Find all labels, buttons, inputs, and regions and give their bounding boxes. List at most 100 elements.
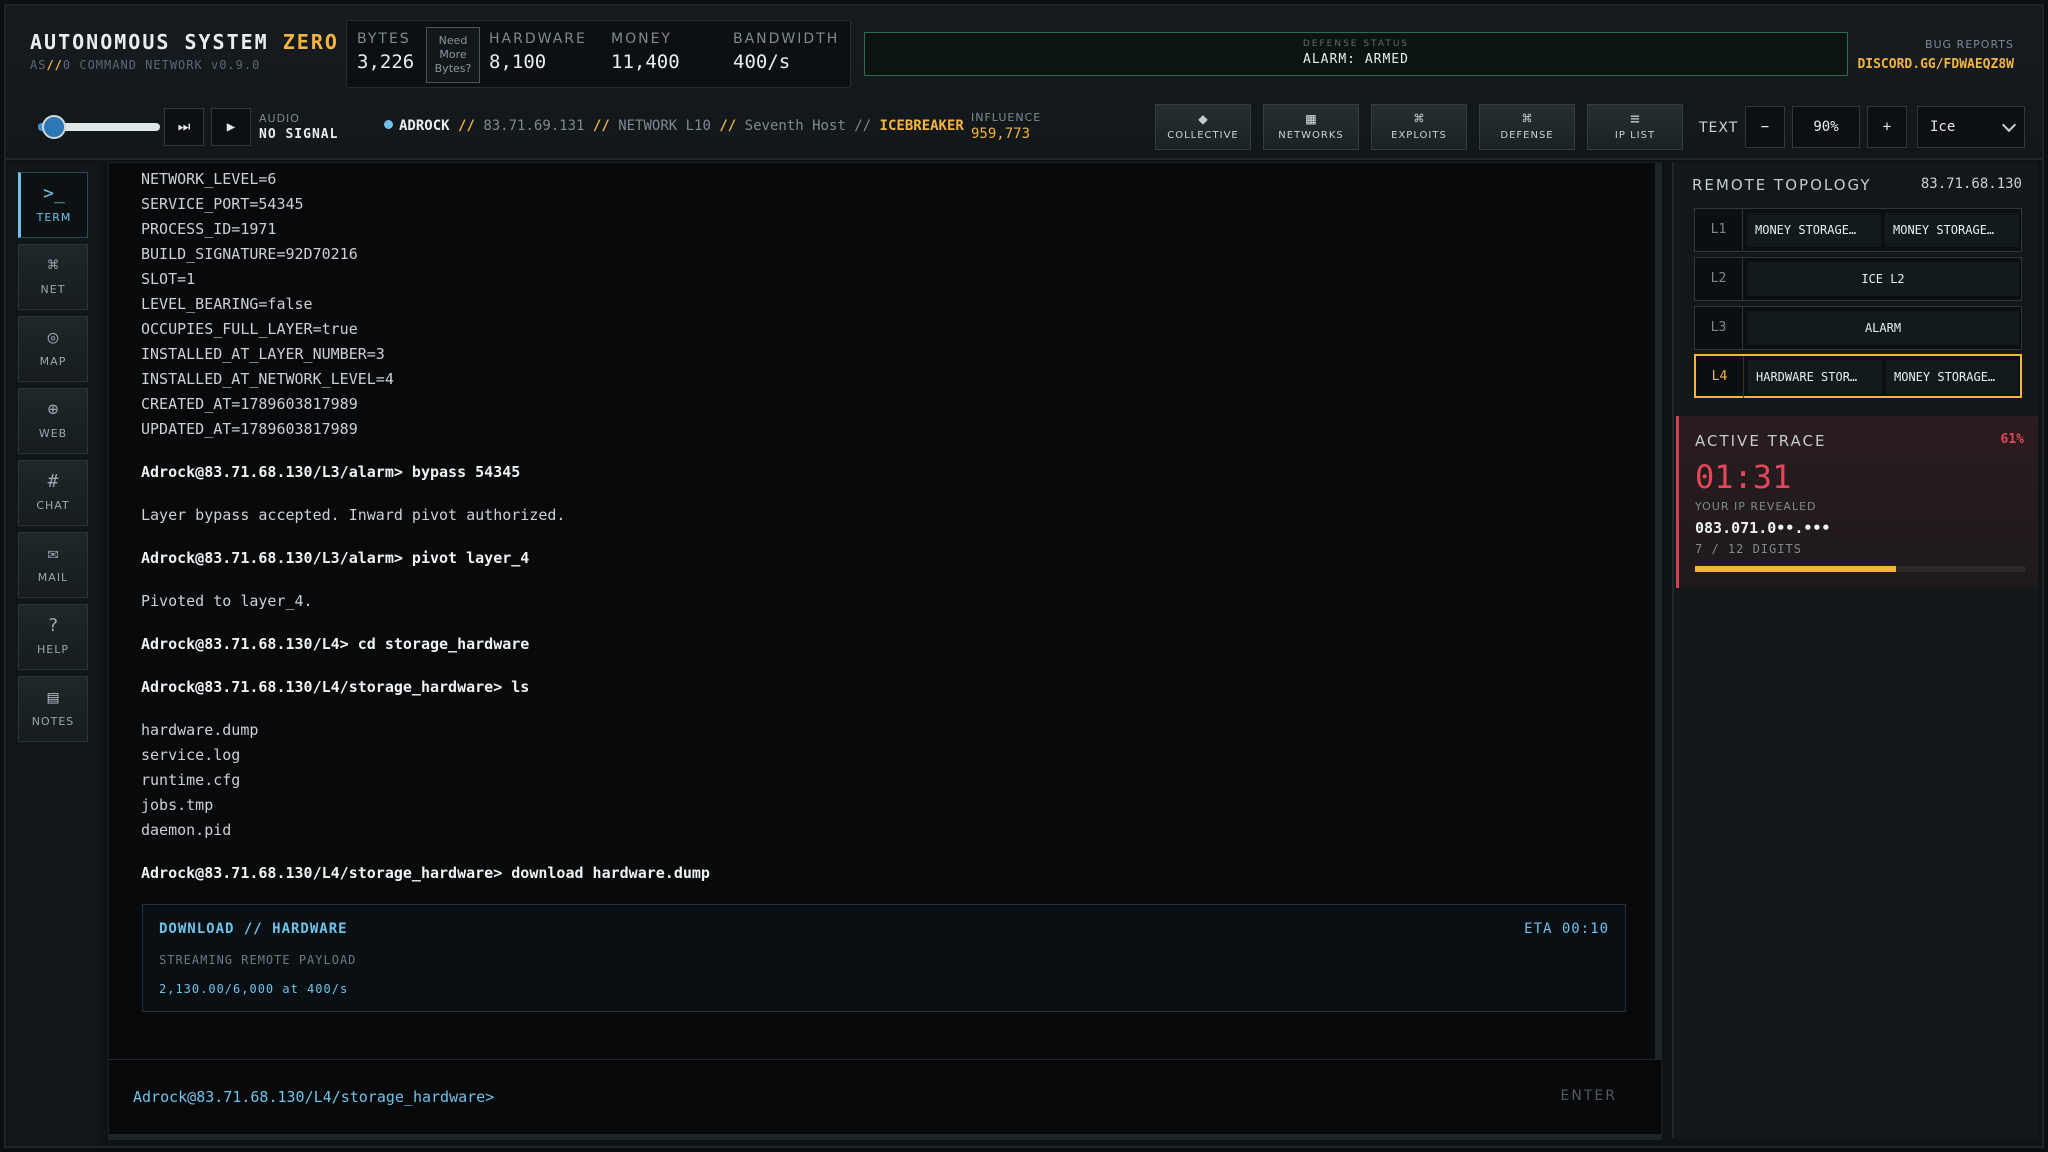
sidebar-item-label: MAIL: [37, 571, 69, 584]
defense-status: DEFENSE STATUS ALARM: ARMED: [864, 32, 1848, 76]
enter-button[interactable]: ENTER: [1561, 1088, 1617, 1104]
nav-defense-label: DEFENSE: [1500, 130, 1554, 141]
download-title: DOWNLOAD // HARDWARE: [159, 921, 348, 937]
text-size-value: 90%: [1792, 106, 1860, 148]
influence-value: 959,773: [971, 126, 1031, 142]
topology-layer-l4[interactable]: L4 HARDWARE STOR… MONEY STORAGE…: [1694, 354, 2022, 398]
download-progress-text: 2,130.00/6,000 at 400/s: [159, 982, 349, 996]
volume-slider[interactable]: [38, 115, 160, 139]
layer-node[interactable]: ALARM: [1747, 311, 2019, 345]
hardware-value: 8,100: [489, 51, 547, 73]
horizontal-scrollbar[interactable]: [108, 1134, 1662, 1140]
trace-progress-bar: [1695, 566, 2025, 572]
nav-ip-list-label: IP LIST: [1614, 130, 1656, 141]
theme-select[interactable]: Ice: [1917, 106, 2025, 148]
terminal-output-line: INSTALLED_AT_NETWORK_LEVEL=4: [141, 370, 394, 388]
download-progress-card: DOWNLOAD // HARDWARE ETA 00:10 STREAMING…: [142, 904, 1626, 1012]
download-eta: ETA 00:10: [1524, 921, 1609, 937]
sidebar-item-chat[interactable]: # CHAT: [18, 460, 88, 526]
nav-ip-list-button[interactable]: ≡ IP LIST: [1587, 104, 1683, 150]
trace-ip: 083.071.0••.•••: [1695, 519, 1831, 537]
bytes-resource: BYTES 3,226: [357, 31, 414, 73]
target-icon: ◎: [47, 327, 59, 348]
layer-node[interactable]: MONEY STORAGE…: [1885, 213, 2019, 247]
terminal-output-line: service.log: [141, 746, 241, 764]
nav-networks-label: NETWORKS: [1278, 130, 1344, 141]
layer-number: L1: [1695, 209, 1743, 251]
sidebar-item-notes[interactable]: ▤ NOTES: [18, 676, 88, 742]
grid-icon: ▦: [1306, 109, 1316, 128]
sidebar-item-help[interactable]: ? HELP: [18, 604, 88, 670]
download-subtitle: STREAMING REMOTE PAYLOAD: [159, 953, 357, 967]
terminal-command-line: Adrock@83.71.68.130/L3/alarm> pivot laye…: [141, 549, 530, 567]
terminal-command-line: Adrock@83.71.68.130/L4/storage_hardware>…: [141, 678, 530, 696]
breadcrumb-host: Seventh Host: [744, 118, 846, 134]
command-input-bar[interactable]: Adrock@83.71.68.130/L4/storage_hardware>…: [109, 1059, 1661, 1137]
layer-number: L2: [1695, 258, 1743, 300]
theme-select-value: Ice: [1930, 119, 1956, 135]
topology-layer-l3[interactable]: L3 ALARM: [1694, 306, 2022, 350]
nav-collective-button[interactable]: ◆ COLLECTIVE: [1155, 104, 1251, 150]
sidebar-item-net[interactable]: ⌘ NET: [18, 244, 88, 310]
layer-node[interactable]: MONEY STORAGE…: [1747, 213, 1881, 247]
trace-percent: 61%: [2000, 432, 2024, 447]
bandwidth-value: 400/s: [733, 51, 791, 73]
audio-value: NO SIGNAL: [259, 127, 339, 142]
money-label: MONEY: [611, 31, 672, 47]
influence: INFLUENCE 959,773: [971, 111, 1041, 142]
subtitle-prefix: AS: [30, 58, 47, 72]
text-size-decrease-button[interactable]: −: [1745, 106, 1785, 148]
topology-header: REMOTE TOPOLOGY 83.71.68.130: [1692, 176, 2022, 194]
nav-exploits-button[interactable]: ⌘ EXPLOITS: [1371, 104, 1467, 150]
money-value: 11,400: [611, 51, 680, 73]
mail-icon: ✉: [47, 543, 59, 564]
breadcrumb-user: ADROCK: [399, 118, 450, 134]
bandwidth-resource: BANDWIDTH 400/s: [733, 31, 839, 73]
diamond-icon: ◆: [1198, 109, 1208, 128]
help-icon: ?: [47, 615, 59, 636]
chevron-down-icon: [2001, 117, 2017, 133]
layer-node[interactable]: HARDWARE STOR…: [1748, 360, 1882, 394]
sidebar-item-label: HELP: [37, 643, 69, 656]
trace-title: ACTIVE TRACE: [1695, 432, 1827, 450]
terminal-output-line: SERVICE_PORT=54345: [141, 195, 304, 213]
text-size-increase-button[interactable]: +: [1867, 106, 1907, 148]
terminal-output-line: INSTALLED_AT_LAYER_NUMBER=3: [141, 345, 385, 363]
terminal-icon: >_: [43, 183, 65, 204]
terminal-scrollbar[interactable]: [1655, 163, 1661, 1063]
terminal-output-line: Layer bypass accepted. Inward pivot auth…: [141, 506, 566, 524]
bug-reports-link[interactable]: DISCORD.GG/FDWAEQZ8W: [1857, 57, 2014, 72]
nav-defense-button[interactable]: ⌘ DEFENSE: [1479, 104, 1575, 150]
topology-layer-l2[interactable]: L2 ICE L2: [1694, 257, 2022, 301]
breadcrumb-sep: //: [719, 118, 737, 134]
sidebar-item-mail[interactable]: ✉ MAIL: [18, 532, 88, 598]
globe-icon: ⊕: [47, 399, 59, 420]
need-more-bytes-button[interactable]: Need More Bytes?: [426, 27, 480, 83]
layer-node[interactable]: MONEY STORAGE…: [1886, 360, 2018, 394]
bytes-value: 3,226: [357, 51, 415, 73]
topology-layer-l1[interactable]: L1 MONEY STORAGE… MONEY STORAGE…: [1694, 208, 2022, 252]
online-indicator-icon: [384, 120, 393, 129]
topology-ip: 83.71.68.130: [1920, 176, 2022, 192]
layer-node[interactable]: ICE L2: [1747, 262, 2019, 296]
sidebar-item-label: CHAT: [36, 499, 70, 512]
app-title-accent: ZERO: [282, 30, 339, 54]
sidebar-item-term[interactable]: >_ TERM: [18, 172, 88, 238]
text-size-label: TEXT: [1699, 120, 1739, 136]
sidebar-item-map[interactable]: ◎ MAP: [18, 316, 88, 382]
volume-slider-knob[interactable]: [42, 115, 67, 139]
terminal-output-line: NETWORK_LEVEL=6: [141, 170, 277, 188]
terminal-output-line: UPDATED_AT=1789603817989: [141, 420, 358, 438]
terminal-panel: NETWORK_LEVEL=6 SERVICE_PORT=54345 PROCESS…: [108, 162, 1662, 1138]
influence-label: INFLUENCE: [971, 111, 1042, 124]
command-icon: ⌘: [1414, 109, 1424, 128]
nav-networks-button[interactable]: ▦ NETWORKS: [1263, 104, 1359, 150]
skip-track-button[interactable]: ⏭: [164, 108, 204, 146]
command-prompt[interactable]: Adrock@83.71.68.130/L4/storage_hardware>: [133, 1088, 494, 1106]
sidebar-item-web[interactable]: ⊕ WEB: [18, 388, 88, 454]
sidebar-item-label: NOTES: [31, 715, 75, 728]
terminal-output-line: CREATED_AT=1789603817989: [141, 395, 358, 413]
play-button[interactable]: ▶: [211, 108, 251, 146]
